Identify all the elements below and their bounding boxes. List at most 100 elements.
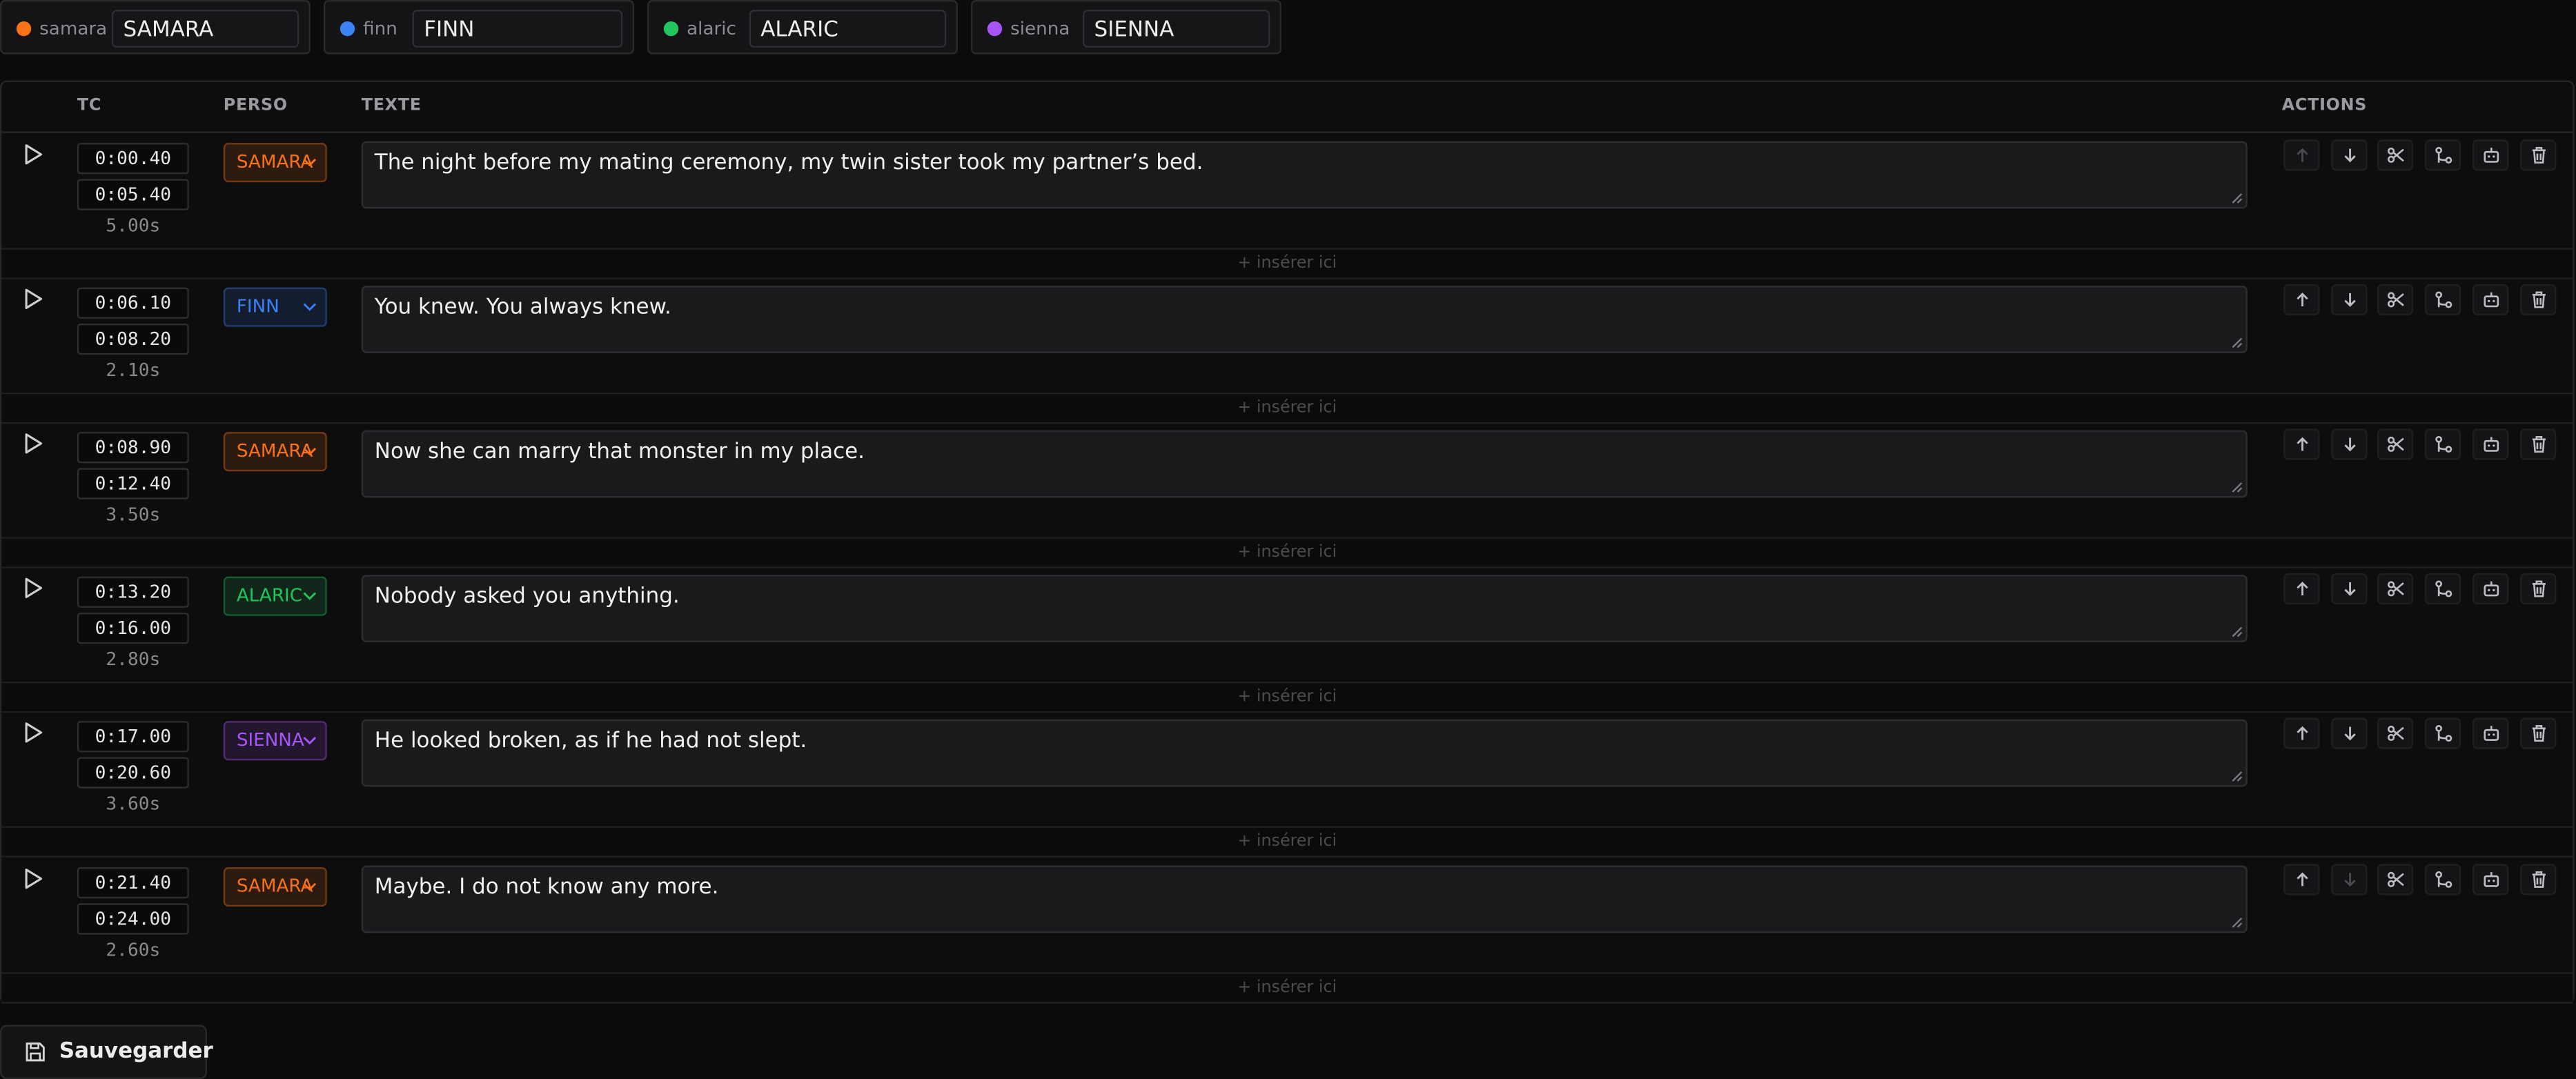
speaker-name-input[interactable]: FINN: [412, 10, 623, 48]
robot-button[interactable]: [2472, 864, 2508, 895]
robot-button[interactable]: [2472, 573, 2508, 605]
move-down-button[interactable]: [2330, 284, 2367, 316]
merge-button[interactable]: [2425, 428, 2461, 460]
chevron-down-icon: [303, 736, 317, 745]
robot-button[interactable]: [2472, 717, 2508, 749]
merge-button[interactable]: [2425, 284, 2461, 316]
end-time-input[interactable]: 0:08.20: [77, 323, 189, 355]
trash-button[interactable]: [2519, 864, 2556, 895]
merge-icon: [2435, 291, 2452, 308]
speaker-select[interactable]: ALARIC: [223, 576, 327, 616]
trash-button[interactable]: [2519, 428, 2556, 460]
subtitle-text-field[interactable]: The night before my mating ceremony, my …: [361, 141, 2248, 209]
move-up-button[interactable]: [2283, 717, 2320, 749]
start-time-input[interactable]: 0:21.40: [77, 867, 189, 899]
resize-grip-icon[interactable]: [2231, 626, 2243, 637]
resize-grip-icon[interactable]: [2231, 337, 2243, 348]
resize-grip-icon[interactable]: [2231, 482, 2243, 493]
move-up-icon: [2297, 293, 2308, 307]
trash-button[interactable]: [2519, 717, 2556, 749]
robot-button[interactable]: [2472, 139, 2508, 171]
insert-here-button[interactable]: + insérer ici: [1, 537, 2573, 568]
move-down-button[interactable]: [2330, 864, 2367, 895]
subtitle-text-field[interactable]: Maybe. I do not know any more.: [361, 865, 2248, 933]
move-down-button[interactable]: [2330, 717, 2367, 749]
insert-here-button[interactable]: + insérer ici: [1, 972, 2573, 1004]
subtitle-text-field[interactable]: Nobody asked you anything.: [361, 575, 2248, 642]
end-time-input[interactable]: 0:24.00: [77, 903, 189, 935]
save-button[interactable]: Sauvegarder: [0, 1024, 213, 1079]
trash-button[interactable]: [2519, 284, 2556, 316]
merge-button[interactable]: [2425, 139, 2461, 171]
merge-icon: [2435, 580, 2452, 597]
insert-here-button[interactable]: + insérer ici: [1, 248, 2573, 279]
scissors-icon: [2388, 871, 2405, 887]
trash-button[interactable]: [2519, 139, 2556, 171]
speaker-select[interactable]: SIENNA: [223, 721, 327, 761]
speaker-key: sienna: [1010, 18, 1070, 40]
merge-button[interactable]: [2425, 717, 2461, 749]
scissors-button[interactable]: [2377, 864, 2415, 895]
scissors-button[interactable]: [2377, 573, 2415, 605]
robot-button[interactable]: [2472, 284, 2508, 316]
move-up-button[interactable]: [2283, 284, 2320, 316]
table-row: 0:06.10 0:08.20 2.10s FINN You knew. You alw…: [1, 276, 2573, 424]
merge-button[interactable]: [2425, 573, 2461, 605]
end-time-input[interactable]: 0:20.60: [77, 757, 189, 789]
robot-button[interactable]: [2472, 428, 2508, 460]
trash-button[interactable]: [2519, 573, 2556, 605]
speaker-select[interactable]: FINN: [223, 287, 327, 327]
play-icon[interactable]: [21, 288, 44, 310]
subtitle-text-field[interactable]: He looked broken, as if he had not slept…: [361, 719, 2248, 787]
column-header-actions: ACTIONS: [2281, 97, 2368, 115]
move-up-button[interactable]: [2283, 573, 2320, 605]
subtitle-text-field[interactable]: Now she can marry that monster in my pla…: [361, 430, 2248, 498]
speaker-select[interactable]: SAMARA: [223, 867, 327, 907]
resize-grip-icon[interactable]: [2231, 916, 2243, 928]
play-icon[interactable]: [21, 577, 44, 600]
start-time-input[interactable]: 0:06.10: [77, 287, 189, 319]
play-icon[interactable]: [21, 721, 44, 744]
duration-label: 2.60s: [106, 939, 161, 961]
insert-here-button[interactable]: + insérer ici: [1, 392, 2573, 424]
start-time-input[interactable]: 0:17.00: [77, 721, 189, 753]
scissors-button[interactable]: [2377, 428, 2415, 460]
play-icon[interactable]: [21, 143, 44, 166]
move-up-button[interactable]: [2283, 428, 2320, 460]
move-down-button[interactable]: [2330, 573, 2367, 605]
move-up-button[interactable]: [2283, 139, 2320, 171]
move-down-button[interactable]: [2330, 139, 2367, 171]
resize-grip-icon[interactable]: [2231, 771, 2243, 782]
subtitle-text: Now she can marry that monster in my pla…: [374, 440, 865, 465]
insert-here-button[interactable]: + insérer ici: [1, 826, 2573, 858]
insert-here-button[interactable]: + insérer ici: [1, 681, 2573, 713]
table-header: TC PERSO TEXTE ACTIONS: [1, 82, 2573, 133]
scissors-button[interactable]: [2377, 717, 2415, 749]
start-time-input[interactable]: 0:08.90: [77, 432, 189, 464]
play-icon[interactable]: [21, 432, 44, 455]
subtitle-text-field[interactable]: You knew. You always knew.: [361, 286, 2248, 353]
robot-icon: [2484, 292, 2499, 308]
scissors-button[interactable]: [2377, 139, 2415, 171]
move-down-button[interactable]: [2330, 428, 2367, 460]
start-time-input[interactable]: 0:00.40: [77, 143, 189, 175]
end-time-input[interactable]: 0:05.40: [77, 179, 189, 210]
table-row: 0:21.40 0:24.00 2.60s SAMARA Maybe. I do not…: [1, 855, 2573, 1004]
scissors-icon: [2388, 725, 2405, 742]
move-up-button[interactable]: [2283, 864, 2320, 895]
save-button-label: Sauvegarder: [59, 1039, 213, 1065]
speaker-name-input[interactable]: SIENNA: [1082, 10, 1270, 48]
robot-icon: [2484, 581, 2499, 597]
speaker-name-input[interactable]: ALARIC: [749, 10, 947, 48]
merge-button[interactable]: [2425, 864, 2461, 895]
end-time-input[interactable]: 0:16.00: [77, 613, 189, 644]
speaker-select[interactable]: SAMARA: [223, 432, 327, 472]
speaker-select[interactable]: SAMARA: [223, 143, 327, 183]
speaker-name-input[interactable]: SAMARA: [111, 10, 299, 48]
scissors-button[interactable]: [2377, 284, 2415, 316]
start-time-input[interactable]: 0:13.20: [77, 576, 189, 608]
play-icon[interactable]: [21, 867, 44, 890]
end-time-input[interactable]: 0:12.40: [77, 468, 189, 499]
resize-grip-icon[interactable]: [2231, 192, 2243, 204]
move-down-icon: [2343, 582, 2355, 596]
